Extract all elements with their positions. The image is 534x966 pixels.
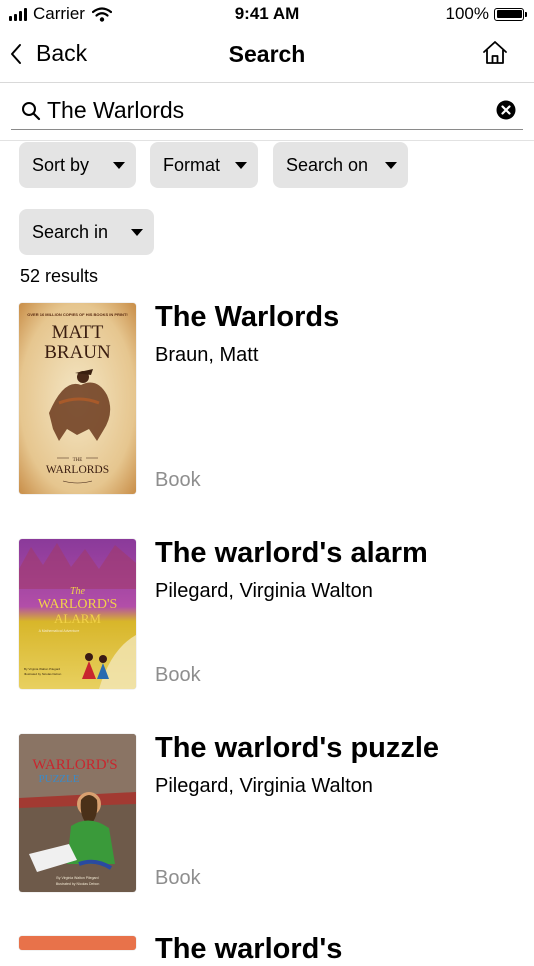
result-item[interactable]: The warlord's — [0, 933, 534, 965]
cover-image-warlords-alarm: The WARLORD'S ALARM A Mathematical Adven… — [19, 539, 136, 689]
book-cover[interactable] — [19, 936, 136, 950]
cover-title: WARLORDS — [46, 464, 109, 476]
cover-author-line2: BRAUN — [44, 342, 111, 363]
search-field[interactable] — [11, 93, 523, 130]
sort-by-label: Sort by — [32, 154, 90, 175]
cover-credit1: By Virginia Walton Pilegard — [24, 667, 61, 671]
cover-credit2: Illustrated by Nicolas Debon — [56, 882, 100, 886]
search-bar — [0, 83, 534, 141]
format-label: Format — [163, 154, 221, 175]
cover-author-line1: MATT — [52, 322, 104, 343]
clear-search-button[interactable] — [496, 100, 516, 125]
caret-down-icon — [113, 162, 125, 169]
search-in-dropdown[interactable]: Search in — [19, 209, 154, 255]
cover-the: The — [70, 586, 86, 597]
book-cover[interactable]: The WARLORD'S ALARM A Mathematical Adven… — [19, 539, 136, 689]
cover-image-warlords-puzzle: WARLORD'S PUZZLE By Virginia Walton Pile… — [19, 734, 136, 892]
battery-icon — [494, 7, 527, 21]
cover-title-line1: WARLORD'S — [38, 597, 118, 612]
search-icon — [22, 102, 41, 121]
battery-percent: 100% — [445, 4, 489, 23]
result-format: Book — [155, 469, 201, 491]
cover-credit2: Illustrated by Nicolas Debon — [24, 672, 62, 676]
caret-down-icon — [385, 162, 397, 169]
result-item[interactable]: WARLORD'S PUZZLE By Virginia Walton Pile… — [0, 732, 534, 892]
cover-tagline: OVER 16 MILLION COPIES OF HIS BOOKS IN P… — [27, 312, 127, 317]
cover-image-warlords: OVER 16 MILLION COPIES OF HIS BOOKS IN P… — [19, 303, 136, 494]
page-title: Search — [228, 41, 306, 67]
book-cover[interactable]: WARLORD'S PUZZLE By Virginia Walton Pile… — [19, 734, 136, 892]
search-on-dropdown[interactable]: Search on — [273, 142, 408, 188]
status-right: 100% — [445, 4, 527, 24]
result-author: Braun, Matt — [155, 344, 259, 366]
search-on-label: Search on — [286, 154, 369, 175]
cover-subtitle: A Mathematical Adventure — [39, 629, 80, 633]
result-author: Pilegard, Virginia Walton — [155, 775, 373, 797]
result-format: Book — [155, 664, 201, 686]
search-input[interactable] — [47, 95, 487, 125]
cover-title-line1: WARLORD'S — [32, 757, 117, 773]
result-title[interactable]: The warlord's puzzle — [155, 732, 439, 765]
cover-title-line2: PUZZLE — [39, 773, 80, 785]
result-format: Book — [155, 867, 201, 889]
search-in-label: Search in — [32, 221, 109, 242]
result-title[interactable]: The Warlords — [155, 301, 339, 334]
cover-title-line2: ALARM — [54, 611, 101, 626]
cover-credit1: By Virginia Walton Pilegard — [56, 876, 98, 880]
navigation-bar: Back Search — [0, 30, 534, 83]
results-count: 52 results — [20, 266, 99, 286]
home-button[interactable] — [482, 39, 508, 70]
caret-down-icon — [131, 229, 143, 236]
clear-icon — [496, 100, 516, 120]
sort-by-dropdown[interactable]: Sort by — [19, 142, 136, 188]
book-cover[interactable]: OVER 16 MILLION COPIES OF HIS BOOKS IN P… — [19, 303, 136, 494]
result-author: Pilegard, Virginia Walton — [155, 580, 373, 602]
caret-down-icon — [235, 162, 247, 169]
home-icon — [483, 41, 507, 64]
format-dropdown[interactable]: Format — [150, 142, 258, 188]
cover-the: THE — [73, 458, 83, 463]
result-item[interactable]: The WARLORD'S ALARM A Mathematical Adven… — [0, 537, 534, 689]
result-item[interactable]: OVER 16 MILLION COPIES OF HIS BOOKS IN P… — [0, 301, 534, 495]
result-title[interactable]: The warlord's alarm — [155, 537, 428, 570]
status-bar: Carrier 9:41 AM 100% — [0, 0, 534, 30]
